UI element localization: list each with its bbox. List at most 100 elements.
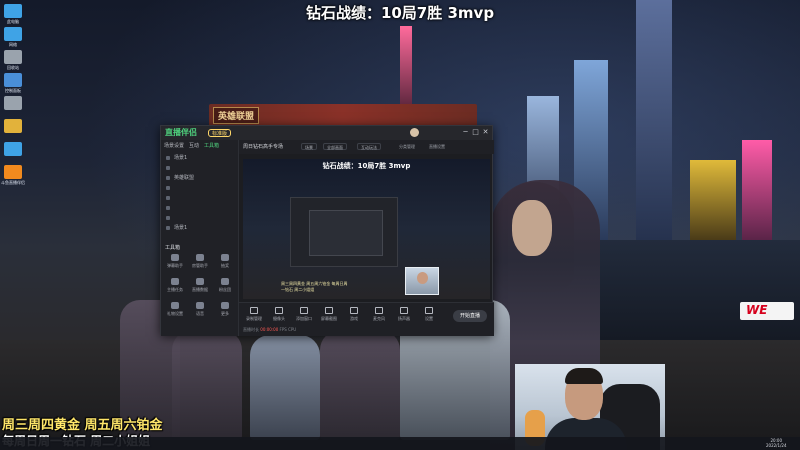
tool-label: 语音	[196, 311, 204, 316]
control-label: 扬声器	[398, 316, 410, 321]
toolbox-tool[interactable]: 主播任务	[164, 278, 186, 296]
toolbox-tool[interactable]: 粉丝团	[214, 278, 236, 296]
app-logo: 直播伴侣	[165, 128, 197, 137]
maximize-icon[interactable]: □	[471, 128, 480, 137]
control-button[interactable]: 游戏	[343, 307, 365, 322]
desktop-app-icon[interactable]	[4, 27, 22, 41]
control-button[interactable]: 摄像头	[268, 307, 290, 322]
control-button[interactable]: 添加窗口	[293, 307, 315, 322]
tool-label: 更多	[221, 311, 229, 316]
toolbox-tool[interactable]: 房管助手	[189, 254, 211, 272]
user-avatar[interactable]	[410, 128, 419, 137]
tool-icon	[171, 302, 179, 309]
close-icon[interactable]: ✕	[481, 128, 490, 137]
desktop-app-icon[interactable]	[4, 142, 22, 156]
go-live-button[interactable]: 开始直播	[453, 310, 487, 322]
control-icon	[250, 307, 258, 314]
control-label: 录制管理	[246, 316, 262, 321]
toolbox-tool[interactable]: 礼物设置	[164, 302, 186, 320]
tab-toolbox[interactable]: 工具箱	[204, 142, 219, 149]
skyscraper	[742, 140, 772, 240]
streamer-hair	[565, 368, 603, 384]
control-label: 设置	[425, 316, 433, 321]
sidebar-item[interactable]: 场景1	[165, 224, 235, 232]
nested-preview-inner	[309, 210, 383, 256]
taskbar-clock[interactable]: 20:00 2022/1/24	[766, 438, 787, 448]
desktop-app-icon[interactable]	[4, 96, 22, 110]
sidebar-item[interactable]	[165, 184, 235, 192]
streaming-app-window[interactable]: 直播伴侣 标准版 ─ □ ✕ 场景设置 互动 工具箱 场景1 英雄联盟 场景1 工具…	[160, 125, 494, 336]
team-logo-text: WE	[746, 303, 768, 317]
control-label: 添加窗口	[296, 316, 312, 321]
all-screens-chip[interactable]: 全部画面	[323, 143, 347, 150]
clock-date: 2022/1/24	[766, 443, 787, 448]
control-button[interactable]: 设置	[418, 307, 440, 322]
status-duration: 00:00:00	[260, 327, 279, 332]
control-icon	[275, 307, 283, 314]
character-face	[512, 200, 552, 256]
status-fps: FPS	[279, 327, 287, 332]
nested-preview	[290, 197, 398, 267]
control-button[interactable]: 录制管理	[243, 307, 265, 322]
live-settings-link[interactable]: 直播设置	[429, 144, 445, 150]
scene-icon	[166, 176, 170, 180]
minimize-icon[interactable]: ─	[461, 128, 470, 137]
scene-toolbar: 周日钻石高手专场 场景 全部画面 互动玩法 分类管理 直播设置	[239, 140, 494, 154]
desktop-icon-label: 控制面板	[5, 88, 21, 93]
desktop-app-icon[interactable]	[4, 119, 22, 133]
sidebar-item[interactable]	[165, 194, 235, 202]
sidebar-item[interactable]	[165, 214, 235, 222]
tool-label: 房管助手	[192, 263, 208, 268]
scene-icon	[166, 206, 170, 210]
control-bar: 录制管理 摄像头 添加窗口 屏幕截图 游戏 麦克风 扬声器 设置 开始直播 直播时长 00:0…	[239, 302, 494, 336]
tab-scene-settings[interactable]: 场景设置	[164, 142, 184, 149]
sidebar-item-label: 英雄联盟	[174, 175, 195, 181]
skyscraper	[690, 160, 736, 240]
tv-tower	[400, 26, 412, 116]
sidebar-item[interactable]	[165, 204, 235, 212]
scene-icon	[166, 186, 170, 190]
control-label: 麦克风	[373, 316, 385, 321]
game-logo: 英雄联盟	[213, 107, 260, 124]
interactive-chip[interactable]: 互动玩法	[357, 143, 381, 150]
preview-webcam	[405, 267, 439, 295]
toolbox-tool[interactable]: 更多	[214, 302, 236, 320]
tool-icon	[221, 278, 229, 285]
sidebar-item[interactable]	[165, 164, 235, 172]
control-icon	[350, 307, 358, 314]
control-button[interactable]: 扬声器	[393, 307, 415, 322]
team-logo: WE	[740, 302, 794, 320]
control-label: 摄像头	[273, 316, 285, 321]
control-button[interactable]: 麦克风	[368, 307, 390, 322]
toolbox-tool[interactable]: 抽奖	[214, 254, 236, 272]
app-titlebar[interactable]: 直播伴侣 标准版 ─ □ ✕	[161, 126, 492, 140]
tool-icon	[221, 302, 229, 309]
status-prefix: 直播时长	[243, 327, 259, 332]
figure	[172, 330, 242, 440]
promo-line-1: 周三周四黄金 周五周六铂金	[2, 418, 163, 433]
toolbox-tool[interactable]: 语音	[189, 302, 211, 320]
toolbox-title: 工具箱	[165, 245, 181, 251]
desktop-app-icon[interactable]	[4, 165, 22, 179]
category-link[interactable]: 分类管理	[399, 144, 415, 150]
tool-icon	[196, 278, 204, 285]
control-icon	[325, 307, 333, 314]
scene-chip[interactable]: 场景	[301, 143, 317, 150]
app-sidebar: 场景设置 互动 工具箱 场景1 英雄联盟 场景1 工具箱 弹幕助手 房管助手 抽奖 主播任…	[161, 140, 239, 336]
sidebar-item-label: 场景1	[174, 225, 188, 231]
figure	[250, 335, 320, 440]
preview-caption: 周三周四黄金 周五周六铂金 每周日周一钻石 周二小姐姐	[281, 281, 348, 292]
face	[417, 272, 428, 284]
desktop-app-icon[interactable]	[4, 73, 22, 87]
sidebar-item[interactable]: 英雄联盟	[165, 174, 235, 182]
toolbox-tool[interactable]: 直播数据	[189, 278, 211, 296]
desktop-app-icon[interactable]	[4, 50, 22, 64]
sidebar-item[interactable]: 场景1	[165, 154, 235, 162]
stream-preview[interactable]: 钻石战绩：10局7胜 3mvp 周三周四黄金 周五周六铂金 每周日周一钻石 周二…	[243, 159, 490, 299]
sidebar-item-label: 场景1	[174, 155, 188, 161]
control-button[interactable]: 屏幕截图	[318, 307, 340, 322]
tab-interaction[interactable]: 互动	[189, 142, 199, 149]
toolbox-tool[interactable]: 弹幕助手	[164, 254, 186, 272]
desktop-icon-label: 回收站	[7, 65, 19, 70]
scene-name: 周日钻石高手专场	[243, 144, 284, 150]
